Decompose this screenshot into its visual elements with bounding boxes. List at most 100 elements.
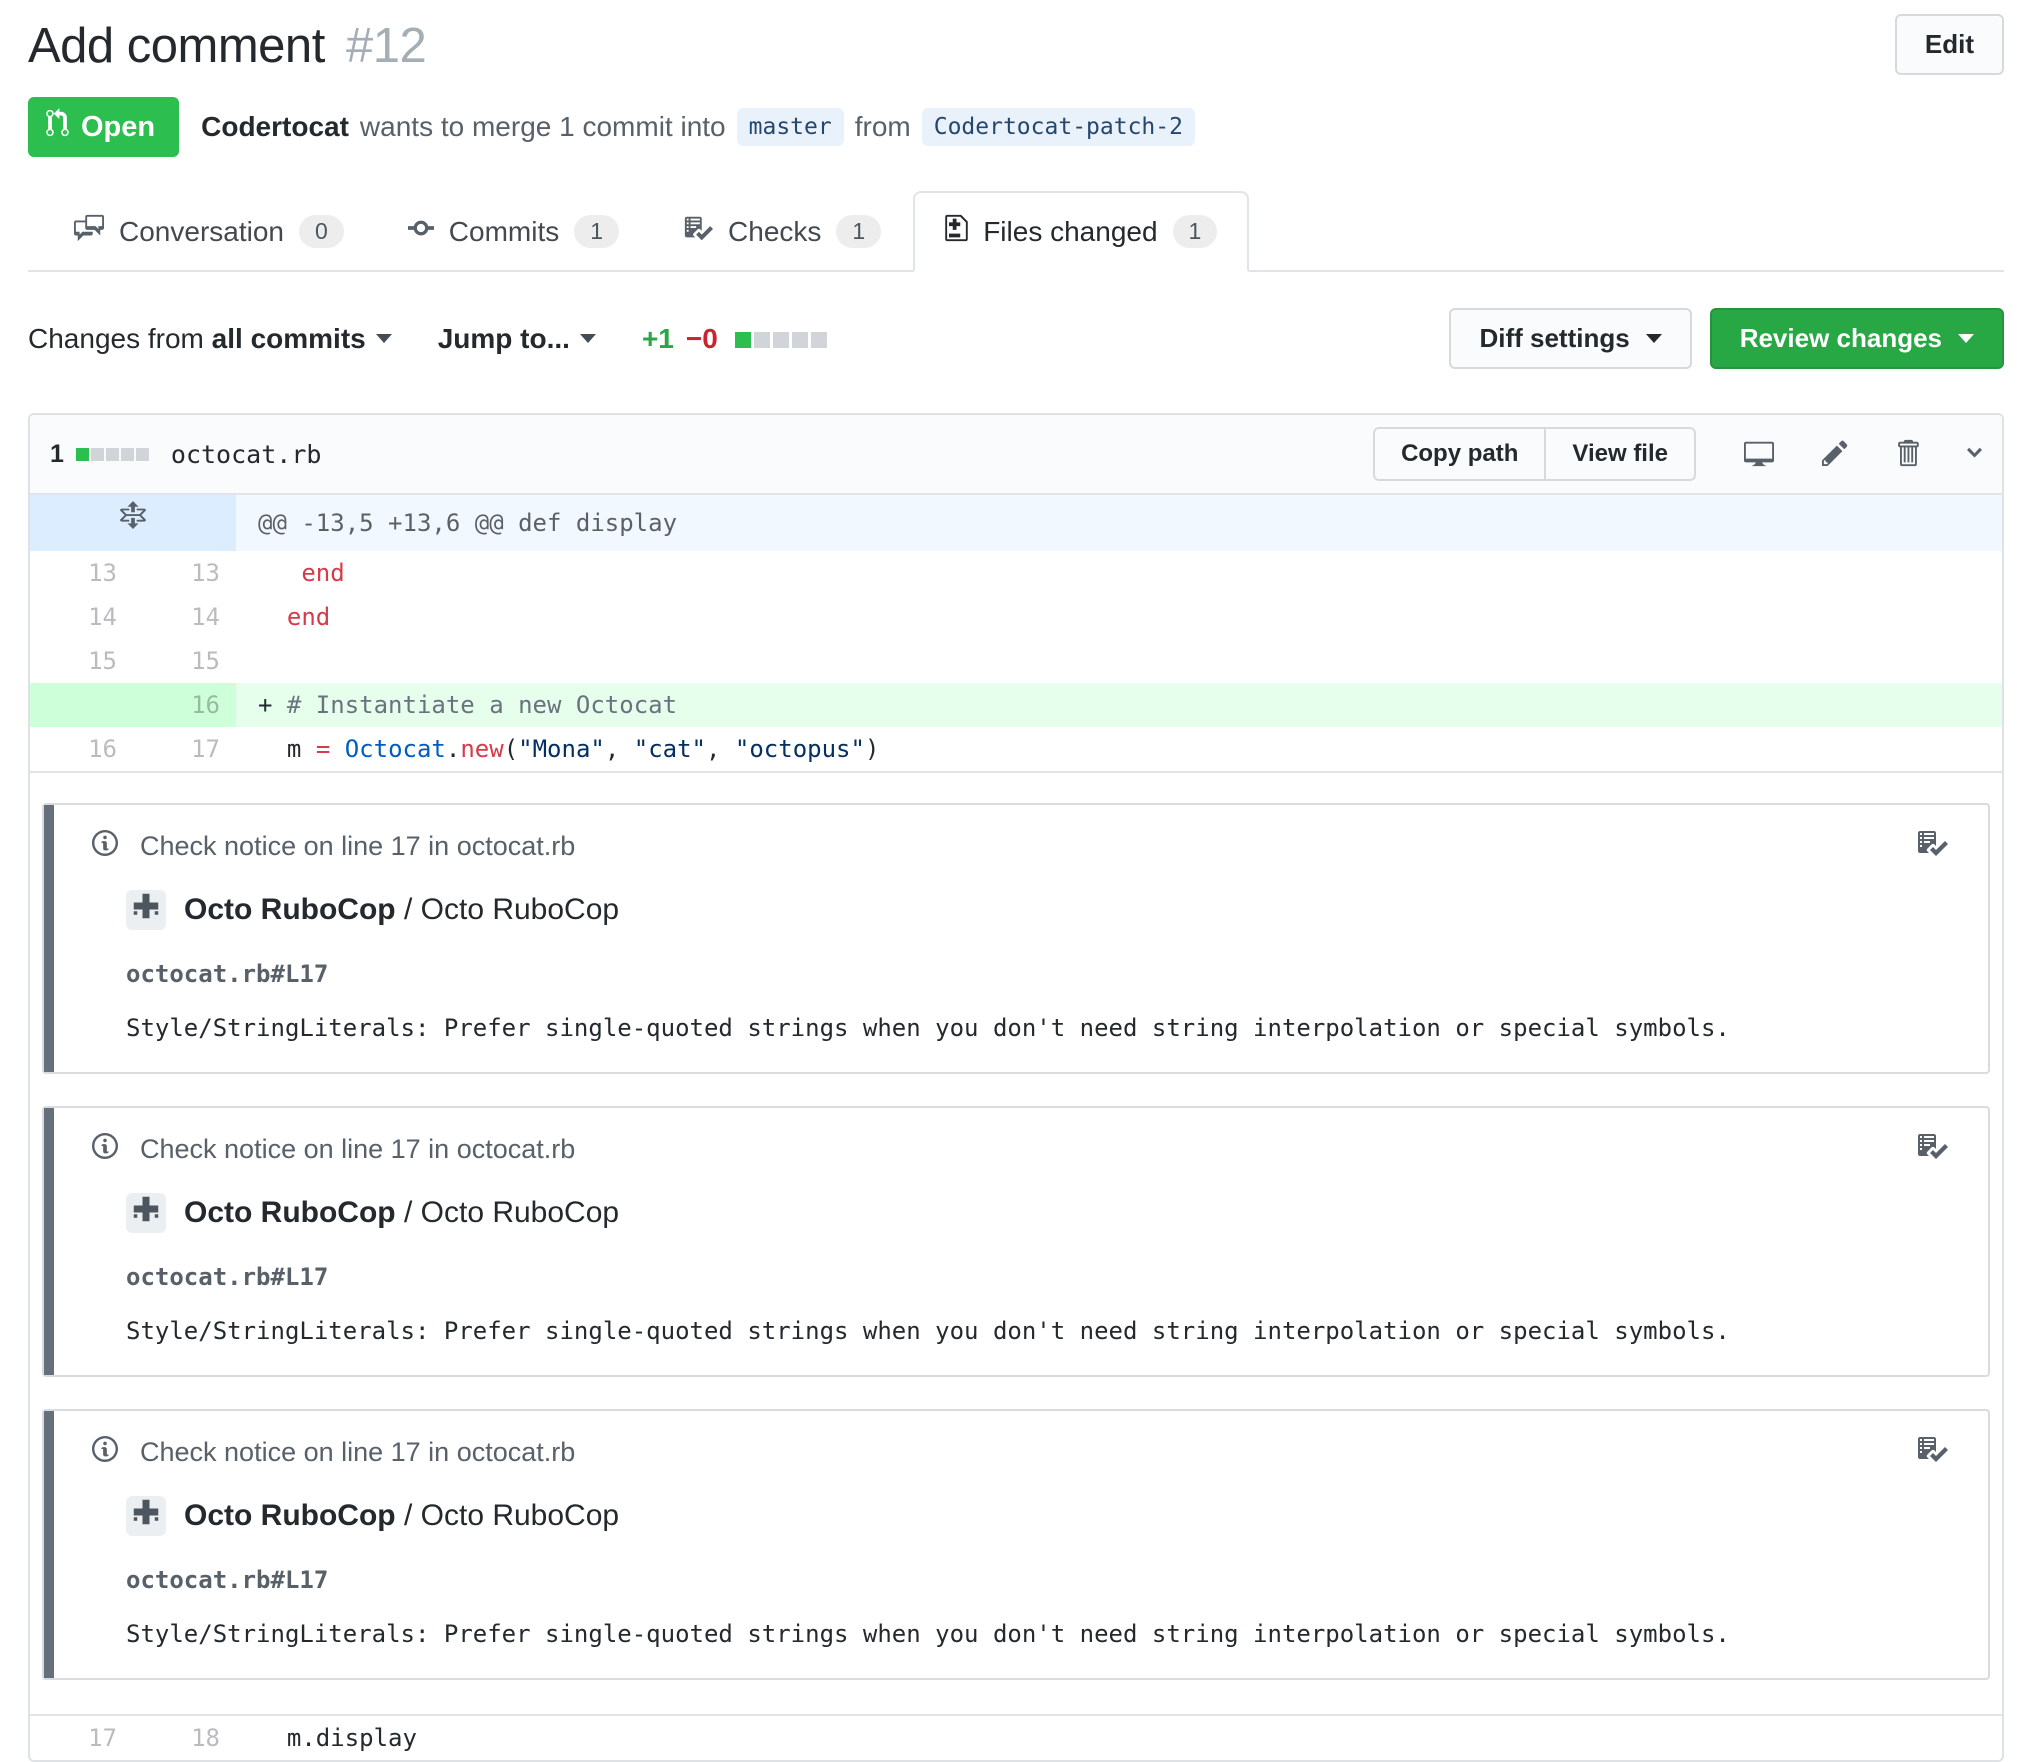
annotation-title: Check notice on line 17 in octocat.rb	[140, 831, 576, 861]
trash-icon	[1896, 438, 1919, 471]
checks-icon[interactable]	[1916, 1130, 1948, 1169]
tab-count-badge: 0	[298, 215, 344, 248]
old-line-number[interactable]: 17	[30, 1716, 133, 1760]
pr-number: #12	[345, 19, 427, 73]
old-line-number[interactable]: 14	[30, 595, 133, 639]
file-diffstat: 1	[50, 440, 149, 469]
new-line-number[interactable]: 13	[133, 551, 236, 595]
old-line-number[interactable]: 15	[30, 639, 133, 683]
edit-file-button[interactable]	[1822, 438, 1848, 471]
old-line-number[interactable]	[30, 683, 133, 727]
annotation-header: Check notice on line 17 in octocat.rb	[92, 827, 1948, 866]
git-commit-icon	[407, 213, 434, 250]
tab-files-changed[interactable]: Files changed 1	[913, 191, 1250, 272]
app-avatar	[126, 1193, 166, 1233]
tab-commits[interactable]: Commits 1	[376, 191, 651, 272]
checks-icon[interactable]	[1916, 827, 1948, 866]
edit-button[interactable]: Edit	[1894, 14, 2004, 75]
tab-count-badge: 1	[836, 215, 882, 248]
checks-icon[interactable]	[1916, 1433, 1948, 1472]
diff-row: 14 14 end	[30, 595, 2002, 639]
expand-hunk-button[interactable]	[30, 495, 236, 551]
app-name: Octo RuboCop	[184, 1196, 396, 1229]
new-line-number[interactable]: 17	[133, 727, 236, 771]
hunk-row: @@ -13,5 +13,6 @@ def display	[30, 495, 2002, 551]
diff-row: 15 15	[30, 639, 2002, 683]
pr-state-badge: Open	[28, 97, 180, 157]
new-line-number[interactable]: 14	[133, 595, 236, 639]
diffstat-summary: +1 −0	[642, 323, 827, 355]
rubocop-avatar-icon	[132, 1498, 160, 1534]
tab-conversation[interactable]: Conversation 0	[42, 191, 376, 272]
new-line-number[interactable]: 15	[133, 639, 236, 683]
delete-file-button[interactable]	[1896, 438, 1919, 471]
comment-discussion-icon	[74, 213, 104, 250]
diff-settings-label: Diff settings	[1479, 323, 1630, 353]
check-annotations: Check notice on line 17 in octocat.rb Oc…	[30, 771, 2002, 1714]
tab-checks[interactable]: Checks 1	[651, 191, 913, 272]
file-button-group: Copy path View file	[1373, 427, 1696, 481]
pr-state-label: Open	[81, 110, 156, 143]
old-line-number[interactable]: 13	[30, 551, 133, 595]
copy-path-button[interactable]: Copy path	[1373, 427, 1546, 481]
code-line: m = Octocat.new("Mona", "cat", "octopus"…	[286, 735, 880, 763]
check-annotation: Check notice on line 17 in octocat.rb Oc…	[42, 1106, 1990, 1377]
file-diff-container: 1 octocat.rb Copy path View file @@ -13,…	[28, 413, 2004, 1762]
file-header: 1 octocat.rb Copy path View file	[30, 415, 2002, 495]
annotation-severity-bar	[44, 1108, 54, 1375]
view-file-button[interactable]: View file	[1545, 427, 1696, 481]
pr-tab-nav: Conversation 0 Commits 1 Checks 1 Files …	[28, 191, 2004, 272]
file-change-count: 1	[50, 439, 64, 468]
rich-diff-button[interactable]	[1744, 438, 1774, 471]
old-line-number[interactable]: 16	[30, 727, 133, 771]
file-actions: Copy path View file	[1373, 427, 1982, 481]
app-name-row: Octo RuboCop / Octo RuboCop	[184, 1499, 619, 1533]
diffstat-block-neutral	[90, 447, 104, 461]
info-icon	[92, 1131, 118, 1168]
from-text: from	[854, 111, 911, 142]
page-title: Add comment #12	[28, 18, 427, 74]
dropdown-caret-icon	[375, 334, 392, 351]
new-line-number[interactable]: 16	[133, 683, 236, 727]
app-name-row: Octo RuboCop / Octo RuboCop	[184, 893, 619, 927]
diffstat-block-neutral	[772, 331, 789, 348]
annotation-title: Check notice on line 17 in octocat.rb	[140, 1134, 576, 1164]
jump-to-dropdown[interactable]: Jump to...	[438, 323, 596, 355]
collapse-file-button[interactable]	[1967, 441, 1982, 468]
annotation-location: octocat.rb#L17	[126, 1263, 329, 1291]
diffstat-block-neutral	[791, 331, 808, 348]
annotation-app-row: Octo RuboCop / Octo RuboCop	[126, 890, 1948, 930]
check-context: / Octo RuboCop	[395, 1196, 620, 1229]
file-name[interactable]: octocat.rb	[171, 440, 322, 469]
check-annotation: Check notice on line 17 in octocat.rb Oc…	[42, 1409, 1990, 1680]
dropdown-caret-icon	[1958, 334, 1974, 351]
base-branch-label[interactable]: master	[736, 108, 844, 146]
author-link[interactable]: Codertocat	[201, 111, 349, 143]
additions-count: +1	[641, 322, 674, 354]
annotation-message: Style/StringLiterals: Prefer single-quot…	[126, 1317, 1730, 1345]
new-line-number[interactable]: 18	[133, 1716, 236, 1760]
head-branch-label[interactable]: Codertocat-patch-2	[921, 108, 1195, 146]
changes-from-dropdown[interactable]: Changes from all commits	[28, 323, 392, 355]
jump-to-label: Jump to...	[437, 322, 570, 354]
check-context: / Octo RuboCop	[395, 893, 620, 926]
code-line: end	[286, 603, 331, 631]
code-line: m.display	[286, 1724, 417, 1752]
diff-row: 13 13 end	[30, 551, 2002, 595]
unfold-icon	[120, 495, 146, 551]
app-name-row: Octo RuboCop / Octo RuboCop	[184, 1196, 619, 1230]
pull-request-files-page: Add comment #12 Edit Open Codertocat wan…	[0, 0, 2032, 1762]
tab-count-badge: 1	[1172, 215, 1218, 248]
chevron-down-icon	[1967, 441, 1982, 468]
diffstat-block-added	[75, 447, 89, 461]
dropdown-caret-icon	[1645, 334, 1662, 351]
diff-settings-button[interactable]: Diff settings	[1449, 308, 1692, 369]
app-avatar	[126, 1496, 166, 1536]
code-line: + # Instantiate a new Octocat	[236, 683, 2002, 727]
diffstat-block-neutral	[120, 447, 134, 461]
device-desktop-icon	[1744, 438, 1774, 471]
annotation-location: octocat.rb#L17	[126, 1566, 329, 1594]
review-changes-button[interactable]: Review changes	[1709, 308, 2004, 369]
review-changes-label: Review changes	[1739, 323, 1942, 353]
changes-from-value: all commits	[211, 322, 366, 354]
